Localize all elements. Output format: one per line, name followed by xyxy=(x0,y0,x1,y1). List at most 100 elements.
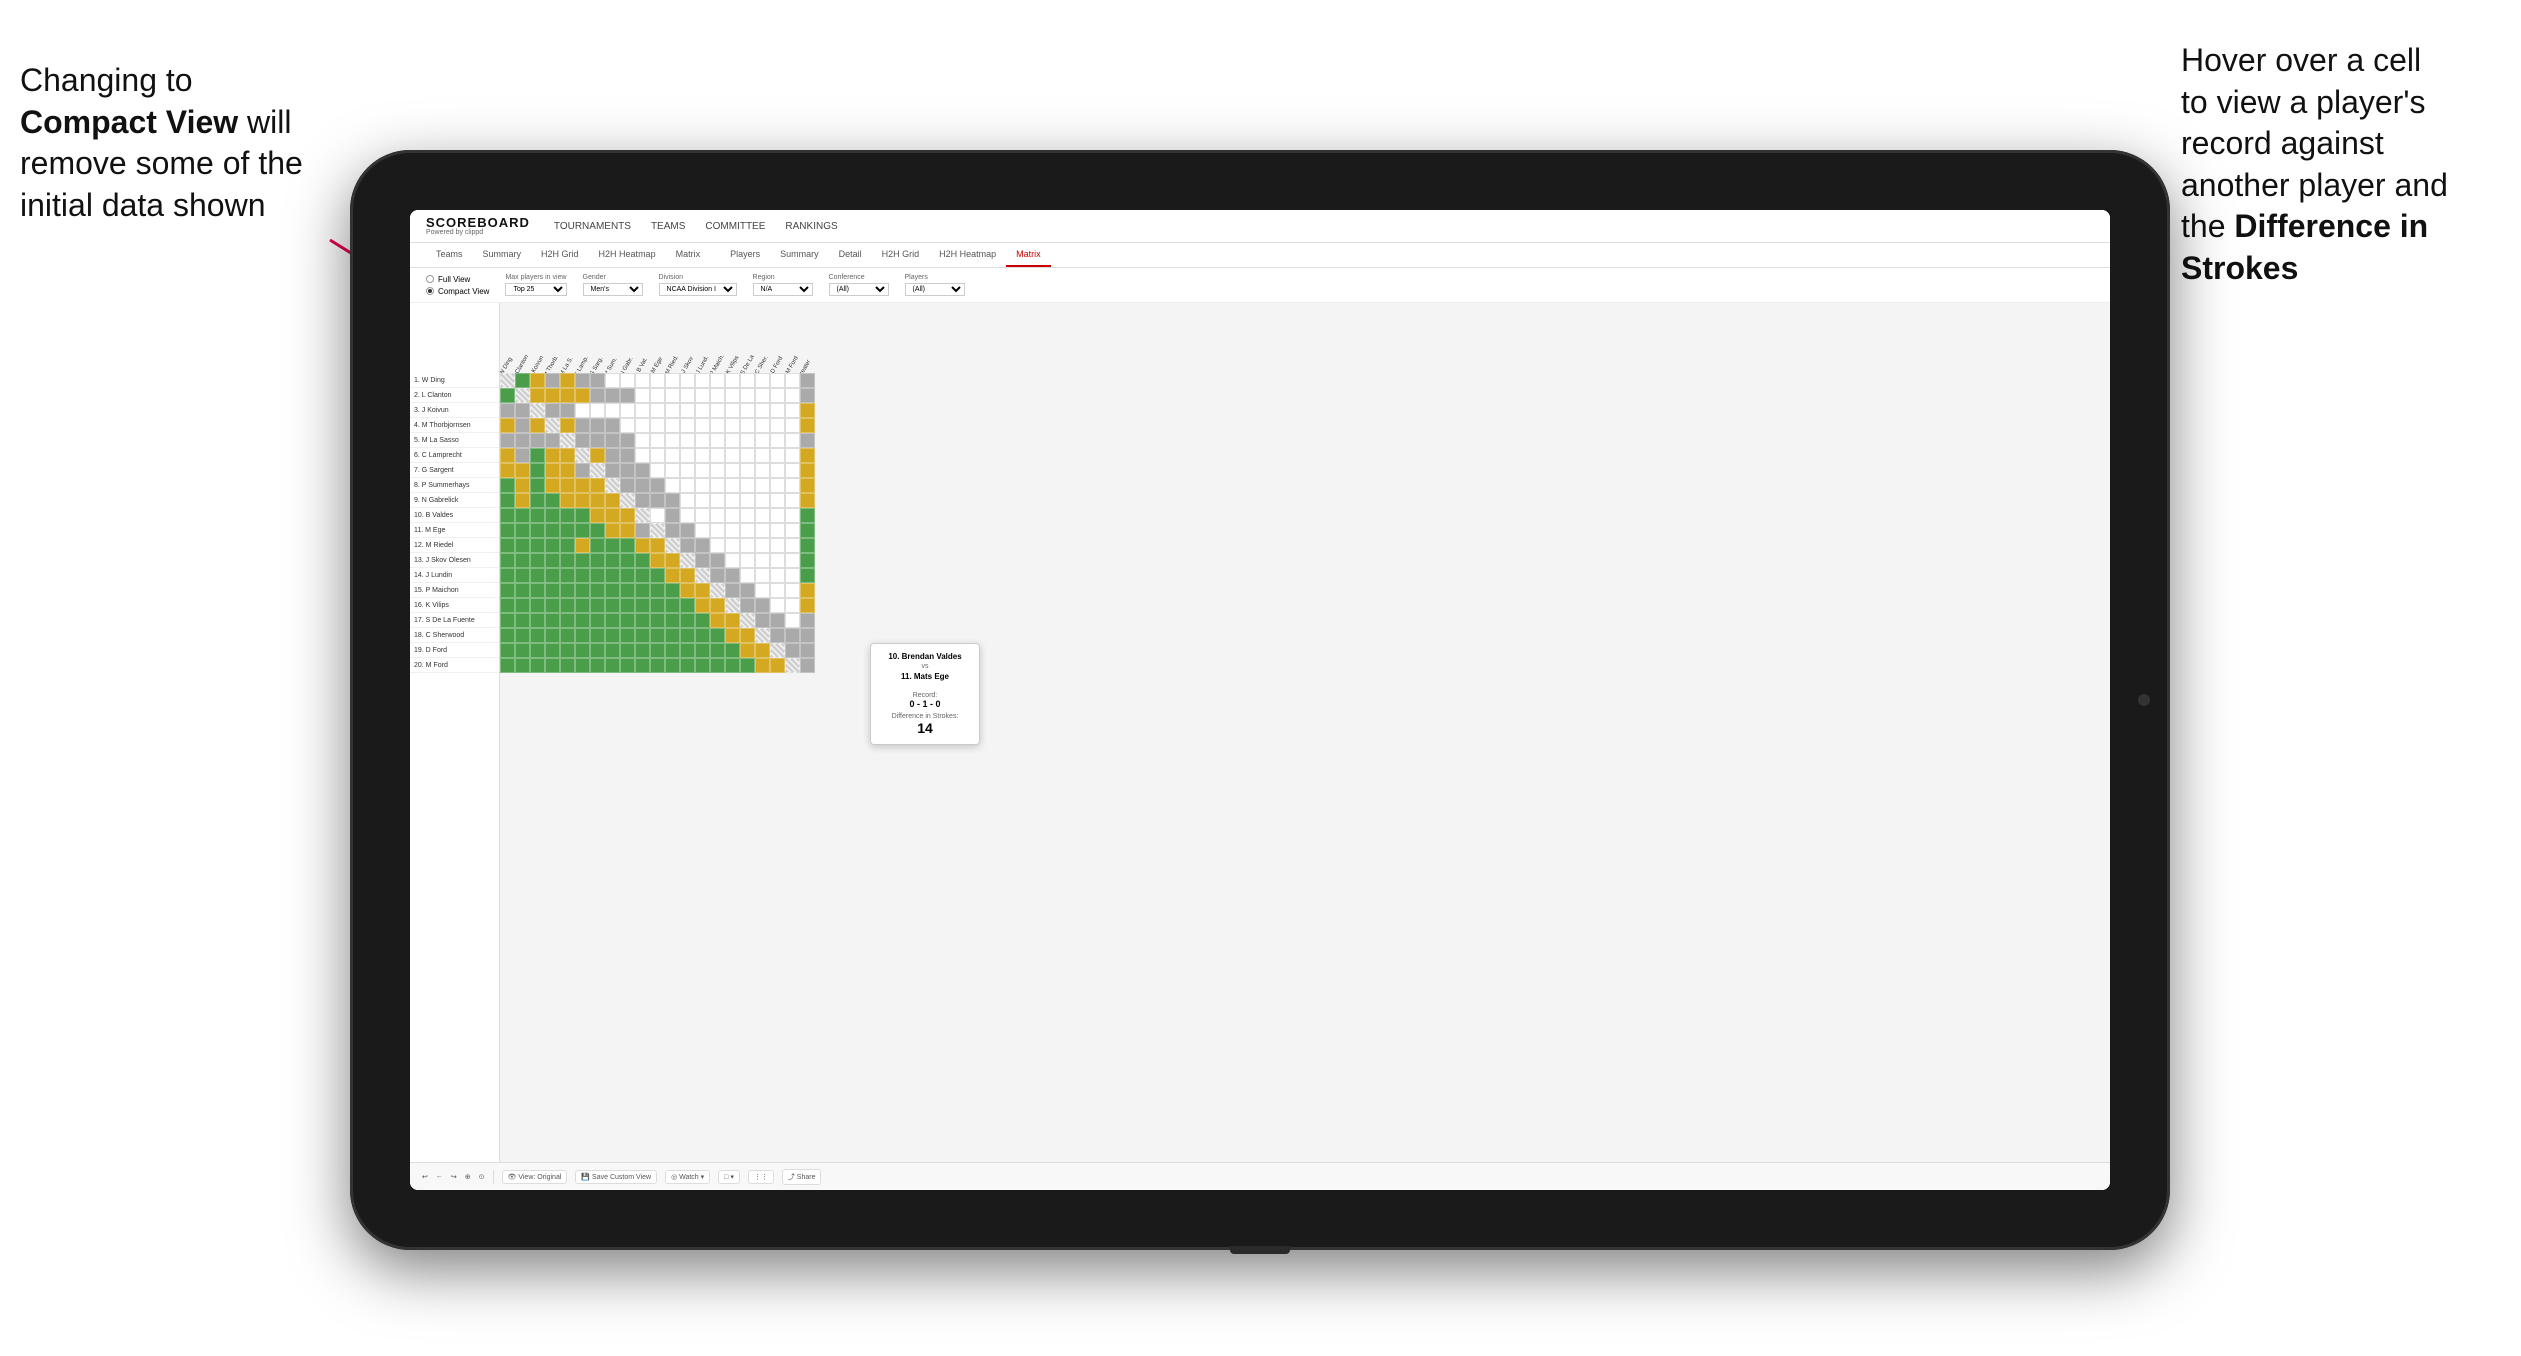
matrix-cell[interactable] xyxy=(680,418,695,433)
matrix-cell[interactable] xyxy=(725,613,740,628)
matrix-cell[interactable] xyxy=(650,493,665,508)
matrix-cell[interactable] xyxy=(755,463,770,478)
matrix-cell[interactable] xyxy=(740,463,755,478)
matrix-cell[interactable] xyxy=(530,523,545,538)
matrix-cell[interactable] xyxy=(725,373,740,388)
matrix-cell[interactable] xyxy=(785,628,800,643)
matrix-wrapper[interactable]: 1. W Ding2. L Clanton3. J Koivun4. M Tho… xyxy=(500,303,2110,1162)
tab-h2h-grid2[interactable]: H2H Grid xyxy=(872,243,930,267)
matrix-cell[interactable] xyxy=(590,493,605,508)
matrix-cell[interactable] xyxy=(605,463,620,478)
matrix-cell[interactable] xyxy=(515,388,530,403)
matrix-cell[interactable] xyxy=(710,568,725,583)
matrix-cell[interactable] xyxy=(695,538,710,553)
matrix-cell[interactable] xyxy=(545,568,560,583)
matrix-cell[interactable] xyxy=(785,463,800,478)
matrix-cell[interactable] xyxy=(770,583,785,598)
matrix-cell[interactable] xyxy=(755,628,770,643)
matrix-cell[interactable] xyxy=(545,493,560,508)
matrix-cell[interactable] xyxy=(740,373,755,388)
matrix-cell[interactable] xyxy=(635,643,650,658)
matrix-cell[interactable] xyxy=(710,508,725,523)
matrix-cell[interactable] xyxy=(590,658,605,673)
matrix-cell[interactable] xyxy=(590,628,605,643)
matrix-cell[interactable] xyxy=(515,448,530,463)
matrix-cell[interactable] xyxy=(590,388,605,403)
matrix-cell[interactable] xyxy=(710,553,725,568)
matrix-cell[interactable] xyxy=(605,403,620,418)
matrix-cell[interactable] xyxy=(545,403,560,418)
matrix-cell[interactable] xyxy=(560,613,575,628)
toolbar-share[interactable]: ⤴ Share xyxy=(782,1169,822,1185)
matrix-cell[interactable] xyxy=(560,433,575,448)
matrix-cell[interactable] xyxy=(725,418,740,433)
matrix-cell[interactable] xyxy=(770,523,785,538)
matrix-cell[interactable] xyxy=(515,433,530,448)
matrix-cell[interactable] xyxy=(770,403,785,418)
matrix-cell[interactable] xyxy=(725,553,740,568)
matrix-cell[interactable] xyxy=(695,493,710,508)
matrix-cell[interactable] xyxy=(515,568,530,583)
matrix-cell[interactable] xyxy=(635,568,650,583)
filter-max-select[interactable]: Top 25 xyxy=(505,283,566,296)
matrix-cell[interactable] xyxy=(575,388,590,403)
matrix-cell[interactable] xyxy=(695,643,710,658)
matrix-cell[interactable] xyxy=(770,568,785,583)
matrix-cell[interactable] xyxy=(800,598,815,613)
matrix-cell[interactable] xyxy=(560,628,575,643)
matrix-cell[interactable] xyxy=(650,538,665,553)
matrix-cell[interactable] xyxy=(680,463,695,478)
matrix-cell[interactable] xyxy=(575,568,590,583)
tab-teams[interactable]: Teams xyxy=(426,243,473,267)
matrix-cell[interactable] xyxy=(605,508,620,523)
matrix-cell[interactable] xyxy=(650,553,665,568)
matrix-cell[interactable] xyxy=(800,643,815,658)
matrix-cell[interactable] xyxy=(605,553,620,568)
matrix-cell[interactable] xyxy=(530,613,545,628)
matrix-cell[interactable] xyxy=(800,388,815,403)
matrix-cell[interactable] xyxy=(665,613,680,628)
matrix-cell[interactable] xyxy=(575,418,590,433)
matrix-cell[interactable] xyxy=(590,373,605,388)
matrix-cell[interactable] xyxy=(695,448,710,463)
matrix-cell[interactable] xyxy=(500,448,515,463)
matrix-cell[interactable] xyxy=(695,613,710,628)
matrix-cell[interactable] xyxy=(575,658,590,673)
matrix-cell[interactable] xyxy=(500,553,515,568)
matrix-cell[interactable] xyxy=(560,538,575,553)
matrix-cell[interactable] xyxy=(545,448,560,463)
matrix-cell[interactable] xyxy=(695,433,710,448)
matrix-cell[interactable] xyxy=(650,613,665,628)
matrix-cell[interactable] xyxy=(725,643,740,658)
matrix-cell[interactable] xyxy=(575,403,590,418)
matrix-cell[interactable] xyxy=(545,508,560,523)
matrix-cell[interactable] xyxy=(680,658,695,673)
matrix-cell[interactable] xyxy=(500,418,515,433)
matrix-cell[interactable] xyxy=(500,478,515,493)
matrix-cell[interactable] xyxy=(800,658,815,673)
matrix-cell[interactable] xyxy=(740,493,755,508)
matrix-cell[interactable] xyxy=(560,508,575,523)
matrix-cell[interactable] xyxy=(500,508,515,523)
matrix-cell[interactable] xyxy=(665,403,680,418)
matrix-cell[interactable] xyxy=(725,568,740,583)
matrix-cell[interactable] xyxy=(680,433,695,448)
matrix-cell[interactable] xyxy=(785,433,800,448)
matrix-cell[interactable] xyxy=(560,403,575,418)
toolbar-undo[interactable]: ↩ xyxy=(422,1173,428,1181)
matrix-cell[interactable] xyxy=(500,493,515,508)
matrix-cell[interactable] xyxy=(680,553,695,568)
matrix-cell[interactable] xyxy=(695,583,710,598)
matrix-cell[interactable] xyxy=(620,553,635,568)
matrix-cell[interactable] xyxy=(665,553,680,568)
matrix-cell[interactable] xyxy=(665,418,680,433)
matrix-cell[interactable] xyxy=(545,388,560,403)
matrix-cell[interactable] xyxy=(635,388,650,403)
matrix-cell[interactable] xyxy=(800,448,815,463)
matrix-cell[interactable] xyxy=(515,643,530,658)
matrix-cell[interactable] xyxy=(680,568,695,583)
matrix-cell[interactable] xyxy=(515,613,530,628)
matrix-cell[interactable] xyxy=(740,403,755,418)
matrix-cell[interactable] xyxy=(620,493,635,508)
tab-h2h-heatmap2[interactable]: H2H Heatmap xyxy=(929,243,1006,267)
